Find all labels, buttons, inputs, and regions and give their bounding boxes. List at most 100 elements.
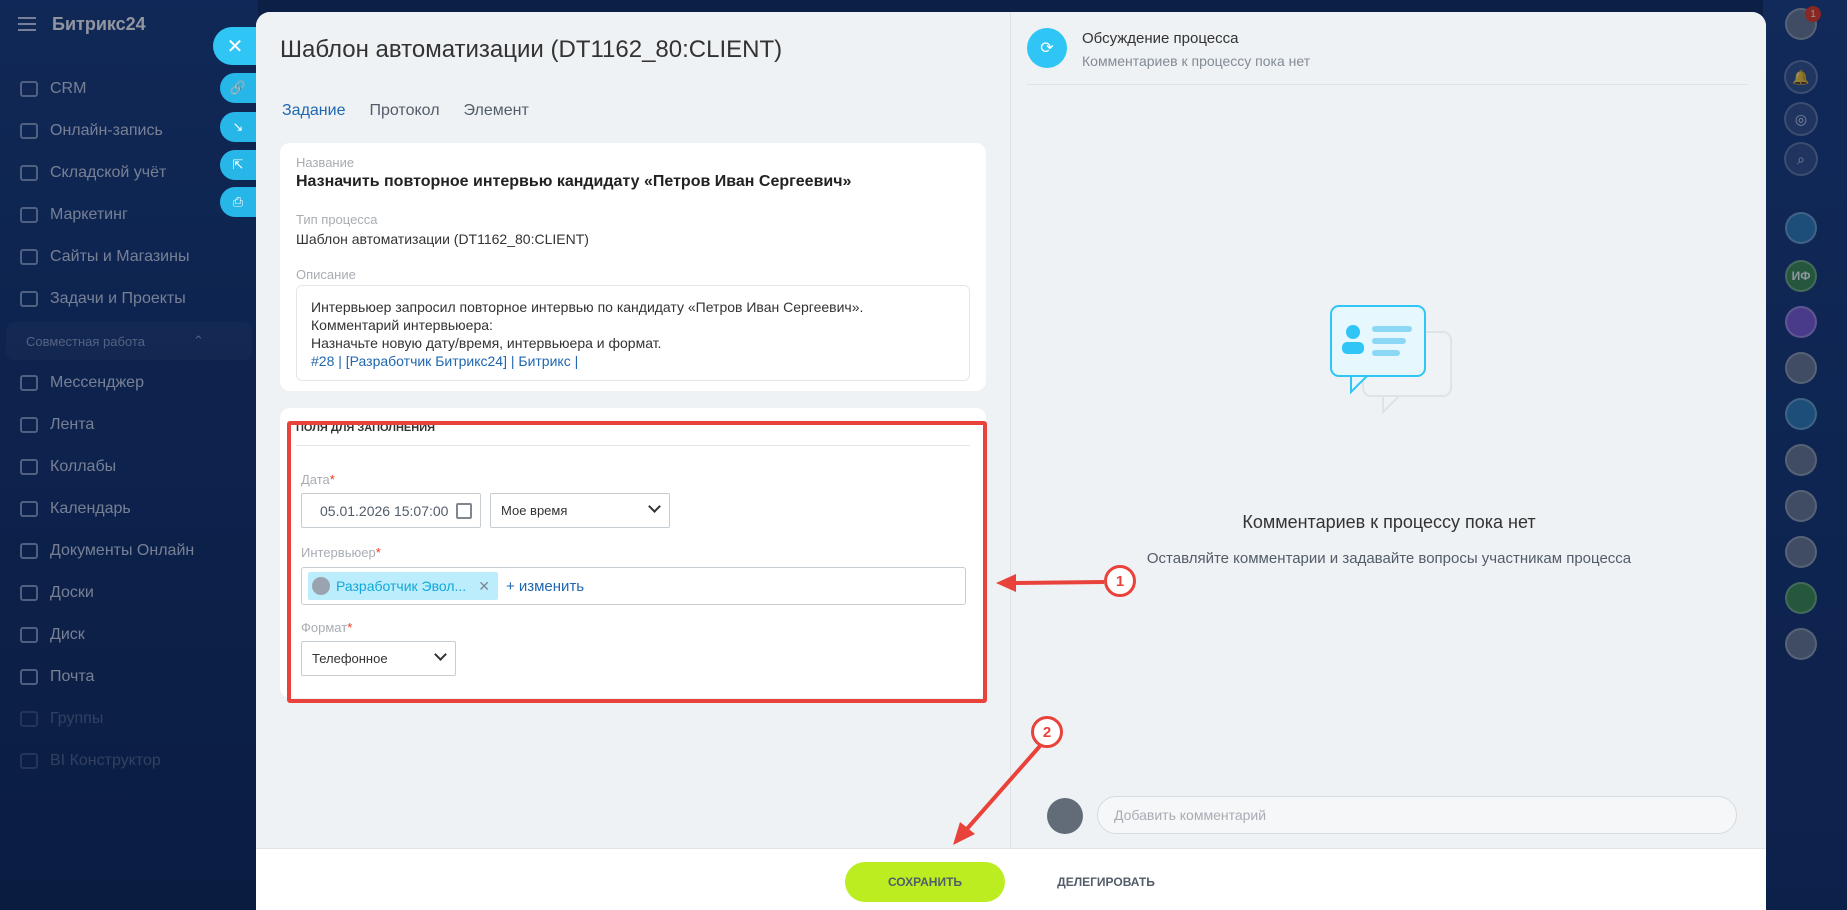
annotation-badge-2: 2 xyxy=(1031,716,1063,748)
sidebar-item-label: Онлайн-запись xyxy=(50,122,163,139)
chat-avatar[interactable] xyxy=(1785,444,1817,476)
interviewer-selector[interactable]: Разработчик Эвол... ✕ + изменить xyxy=(301,567,966,605)
close-slider-button[interactable]: ✕ xyxy=(213,27,257,65)
sidebar-item-groups[interactable]: Группы xyxy=(0,698,258,740)
date-label: Дата* xyxy=(301,472,335,487)
chevron-up-icon: ⌃ xyxy=(192,333,204,348)
right-rail: 1 🔔 ◎ ⌕ ИФ xyxy=(1763,0,1847,910)
sidebar-item-boards[interactable]: Доски xyxy=(0,572,258,614)
interviewer-tag: Разработчик Эвол... ✕ xyxy=(308,572,498,600)
sidebar-item-label: Доски xyxy=(50,584,94,601)
chat-avatar[interactable] xyxy=(1785,536,1817,568)
comment-input[interactable]: Добавить комментарий xyxy=(1097,796,1737,834)
tabs: Задание Протокол Элемент xyxy=(282,102,529,126)
checkbox-icon xyxy=(20,291,38,307)
chat-search-icon[interactable]: ⌕ xyxy=(1784,142,1818,176)
chat-avatar[interactable] xyxy=(1785,490,1817,522)
process-type-label: Тип процесса xyxy=(296,212,378,227)
sidebar-item-label: Группы xyxy=(50,710,104,727)
open-new-window-button[interactable]: ⇱ xyxy=(220,150,256,180)
sidebar-item-sites[interactable]: Сайты и Магазины xyxy=(0,236,258,278)
divider xyxy=(296,445,970,446)
copilot-icon[interactable]: ◎ xyxy=(1784,102,1818,136)
save-button[interactable]: СОХРАНИТЬ xyxy=(845,862,1005,902)
sidebar-item-feed[interactable]: Лента xyxy=(0,404,258,446)
bookmark-icon[interactable] xyxy=(1785,398,1817,430)
sidebar-group-collab[interactable]: Совместная работа ⌃ xyxy=(6,322,252,360)
tab-task[interactable]: Задание xyxy=(282,102,345,126)
comment-placeholder: Добавить комментарий xyxy=(1114,807,1267,823)
date-input[interactable]: 05.01.2026 15:07:00 xyxy=(301,493,481,528)
sidebar-item-bi[interactable]: BI Конструктор xyxy=(0,740,258,782)
sidebar-item-mail[interactable]: Почта xyxy=(0,656,258,698)
sidebar-item-label: Почта xyxy=(50,668,95,685)
timezone-select[interactable]: Мое время xyxy=(490,493,670,528)
collab-icon xyxy=(20,459,38,475)
chat-icon xyxy=(20,375,38,391)
menu-burger-icon[interactable] xyxy=(18,17,36,31)
sidebar-menu: CRM Онлайн-запись Складской учёт Маркети… xyxy=(0,68,258,782)
sidebar-group-label: Совместная работа xyxy=(26,333,145,349)
name-label: Название xyxy=(296,155,355,170)
chat-avatar[interactable] xyxy=(1785,306,1817,338)
mail-icon xyxy=(20,669,38,685)
delegate-button[interactable]: ДЕЛЕГИРОВАТЬ xyxy=(1041,862,1171,902)
link-icon: 🔗 xyxy=(229,80,247,95)
sidebar-item-label: BI Конструктор xyxy=(50,752,161,769)
sidebar-item-inventory[interactable]: Складской учёт xyxy=(0,152,258,194)
minimize-button[interactable]: ↘ xyxy=(220,112,256,142)
description-links[interactable]: #28 | [Разработчик Битрикс24] | Битрикс … xyxy=(311,352,955,370)
discussion-icon: ⟳ xyxy=(1027,28,1067,68)
print-button[interactable]: ⎙ xyxy=(220,187,256,217)
left-sidebar: Битрикс24 CRM Онлайн-запись Складской уч… xyxy=(0,0,258,910)
name-value: Назначить повторное интервью кандидату «… xyxy=(296,173,852,190)
discussion-title: Обсуждение процесса xyxy=(1082,30,1239,47)
sidebar-item-booking[interactable]: Онлайн-запись xyxy=(0,110,258,152)
external-link-icon: ⇱ xyxy=(232,157,244,172)
sidebar-item-collabs[interactable]: Коллабы xyxy=(0,446,258,488)
chart-icon xyxy=(20,753,38,769)
sidebar-item-label: Коллабы xyxy=(50,458,117,475)
change-interviewer-link[interactable]: + изменить xyxy=(506,578,584,595)
brand-logo[interactable]: Битрикс24 xyxy=(52,14,146,35)
process-type-value: Шаблон автоматизации (DT1162_80:CLIENT) xyxy=(296,231,589,247)
sidebar-item-disk[interactable]: Диск xyxy=(0,614,258,656)
calendar-icon[interactable] xyxy=(456,503,472,519)
remove-tag-icon[interactable]: ✕ xyxy=(478,578,490,595)
sidebar-item-tasks[interactable]: Задачи и Проекты xyxy=(0,278,258,320)
empty-comments-illustration xyxy=(1330,305,1452,415)
description-label: Описание xyxy=(296,267,356,282)
date-value: 05.01.2026 15:07:00 xyxy=(320,502,449,519)
crm-icon xyxy=(20,81,38,97)
discussion-subtitle: Комментариев к процессу пока нет xyxy=(1082,53,1311,69)
arrow-down-right-icon: ↘ xyxy=(232,119,244,134)
chat-avatar[interactable]: ИФ xyxy=(1785,260,1817,292)
notification-count-badge: 1 xyxy=(1805,6,1821,22)
copy-link-button[interactable]: 🔗 xyxy=(220,73,256,103)
discussion-column: ⟳ Обсуждение процесса Комментариев к про… xyxy=(1010,12,1766,848)
folder-icon xyxy=(20,627,38,643)
chat-avatar[interactable] xyxy=(1785,212,1817,244)
chevron-down-icon xyxy=(434,648,447,661)
task-slider-panel: Шаблон автоматизации (DT1162_80:CLIENT) … xyxy=(256,12,1766,910)
task-column: Шаблон автоматизации (DT1162_80:CLIENT) … xyxy=(256,12,1010,848)
footer-bar: СОХРАНИТЬ ДЕЛЕГИРОВАТЬ xyxy=(256,848,1766,910)
sidebar-item-messenger[interactable]: Мессенджер xyxy=(0,362,258,404)
chat-avatar[interactable] xyxy=(1785,352,1817,384)
format-value: Телефонное xyxy=(312,651,388,666)
chat-avatar[interactable] xyxy=(1785,582,1817,614)
user-avatar xyxy=(1047,798,1083,834)
bell-icon[interactable]: 🔔 xyxy=(1784,60,1818,94)
chat-avatar[interactable] xyxy=(1785,628,1817,660)
description-line: Назначьте новую дату/время, интервьюера … xyxy=(311,335,662,351)
page-title: Шаблон автоматизации (DT1162_80:CLIENT) xyxy=(280,36,783,63)
warehouse-icon xyxy=(20,165,38,181)
format-select[interactable]: Телефонное xyxy=(301,641,456,676)
sidebar-item-docs[interactable]: Документы Онлайн xyxy=(0,530,258,572)
annotation-badge-1: 1 xyxy=(1104,565,1136,597)
tab-protocol[interactable]: Протокол xyxy=(369,102,439,126)
sidebar-item-label: Маркетинг xyxy=(50,206,128,223)
sidebar-item-calendar[interactable]: Календарь xyxy=(0,488,258,530)
tab-element[interactable]: Элемент xyxy=(464,102,529,126)
sidebar-item-label: Диск xyxy=(50,626,85,643)
